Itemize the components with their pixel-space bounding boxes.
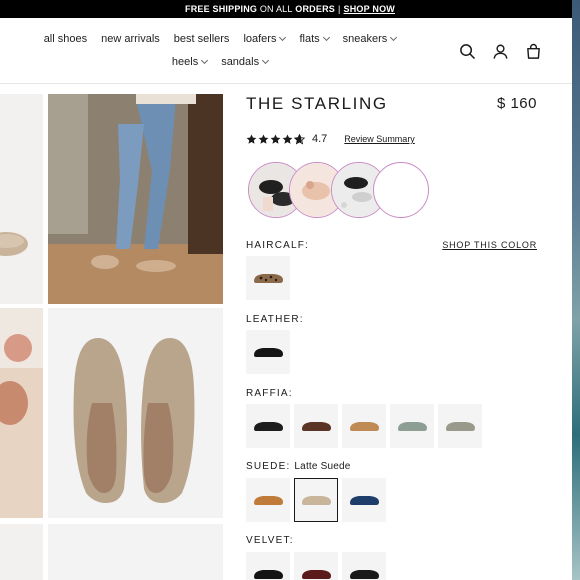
gallery-image-model-legs[interactable] xyxy=(48,94,223,304)
swatch-raffia-4[interactable] xyxy=(390,404,434,448)
velvet-label: VELVET: xyxy=(246,535,294,546)
nav-sneakers[interactable]: sneakers xyxy=(342,28,398,51)
announcement-separator: | xyxy=(337,4,341,14)
star-icon xyxy=(258,134,269,144)
nav-all-shoes[interactable]: all shoes xyxy=(44,28,87,51)
chevron-down-icon xyxy=(322,33,330,42)
chevron-down-icon xyxy=(279,33,287,42)
raffia-label: RAFFIA: xyxy=(246,388,293,399)
swatch-suede-3[interactable] xyxy=(342,478,386,522)
chevron-down-icon xyxy=(201,56,209,65)
gallery-image-shoe-side[interactable] xyxy=(0,94,43,304)
star-half-icon xyxy=(294,133,305,145)
nav-loafers-label: loafers xyxy=(243,33,277,45)
leather-label: LEATHER: xyxy=(246,314,304,325)
swatch-velvet-2[interactable] xyxy=(294,552,338,580)
announcement-bar: FREE SHIPPING ON ALL ORDERS | SHOP NOW xyxy=(0,0,580,18)
gallery-image-partial-2[interactable] xyxy=(48,524,223,580)
swatch-raffia-2[interactable] xyxy=(294,404,338,448)
main-nav: all shoes new arrivals best sellers loaf… xyxy=(10,28,430,74)
product-rating: 4.7 Review Summary xyxy=(246,133,415,145)
leather-swatches xyxy=(246,330,290,374)
nav-sandals[interactable]: sandals xyxy=(221,51,270,74)
nav-sandals-label: sandals xyxy=(221,56,260,68)
swatch-haircalf-leopard[interactable] xyxy=(246,256,290,300)
gallery-image-shoes-top[interactable] xyxy=(48,308,223,518)
suede-label: SUEDE: Latte Suede xyxy=(246,461,351,472)
product-gallery xyxy=(0,84,240,580)
announcement-strong-1: FREE SHIPPING xyxy=(185,4,258,14)
haircalf-label: HAIRCALF: xyxy=(246,240,310,251)
background-edge xyxy=(572,0,580,580)
chevron-down-icon xyxy=(262,56,270,65)
nav-flats-label: flats xyxy=(299,33,320,45)
suede-selected-color: Latte Suede xyxy=(294,461,351,472)
swatch-leather-black[interactable] xyxy=(246,330,290,374)
bag-icon[interactable] xyxy=(525,43,542,60)
nav-heels-label: heels xyxy=(171,56,199,68)
swatch-velvet-1[interactable] xyxy=(246,552,290,580)
product-title: THE STARLING xyxy=(246,94,388,113)
swatch-raffia-5[interactable] xyxy=(438,404,482,448)
nav-sneakers-label: sneakers xyxy=(342,33,388,45)
star-icon xyxy=(246,134,257,144)
swatch-velvet-3[interactable] xyxy=(342,552,386,580)
shop-this-color-link[interactable]: SHOP THIS COLOR xyxy=(442,240,537,250)
gallery-image-hand[interactable] xyxy=(0,308,43,518)
swatch-suede-latte-selected[interactable] xyxy=(294,478,338,522)
review-summary-link[interactable]: Review Summary xyxy=(344,134,415,144)
velvet-swatches xyxy=(246,552,386,580)
nav-best-sellers[interactable]: best sellers xyxy=(174,28,230,51)
shop-now-link[interactable]: SHOP NOW xyxy=(344,4,395,14)
swatch-raffia-1[interactable] xyxy=(246,404,290,448)
nav-heels[interactable]: heels xyxy=(171,51,209,74)
haircalf-swatches xyxy=(246,256,290,300)
gallery-image-partial-1[interactable] xyxy=(0,524,43,580)
story-circle-4[interactable] xyxy=(373,162,429,218)
raffia-swatches xyxy=(246,404,482,448)
account-icon[interactable] xyxy=(492,43,509,60)
star-icon xyxy=(270,134,281,144)
star-icon xyxy=(282,134,293,144)
suede-label-text: SUEDE: xyxy=(246,461,291,472)
nav-flats[interactable]: flats xyxy=(299,28,330,51)
rating-value: 4.7 xyxy=(312,133,328,145)
search-icon[interactable] xyxy=(459,43,476,60)
nav-loafers[interactable]: loafers xyxy=(243,28,287,51)
announcement-middle: ON ALL xyxy=(259,4,293,14)
product-price: $ 160 xyxy=(496,95,537,112)
suede-swatches xyxy=(246,478,386,522)
site-header: all shoes new arrivals best sellers loaf… xyxy=(0,18,572,84)
swatch-suede-1[interactable] xyxy=(246,478,290,522)
swatch-raffia-3[interactable] xyxy=(342,404,386,448)
chevron-down-icon xyxy=(390,33,398,42)
nav-new-arrivals[interactable]: new arrivals xyxy=(101,28,160,51)
announcement-strong-2: ORDERS xyxy=(295,4,335,14)
